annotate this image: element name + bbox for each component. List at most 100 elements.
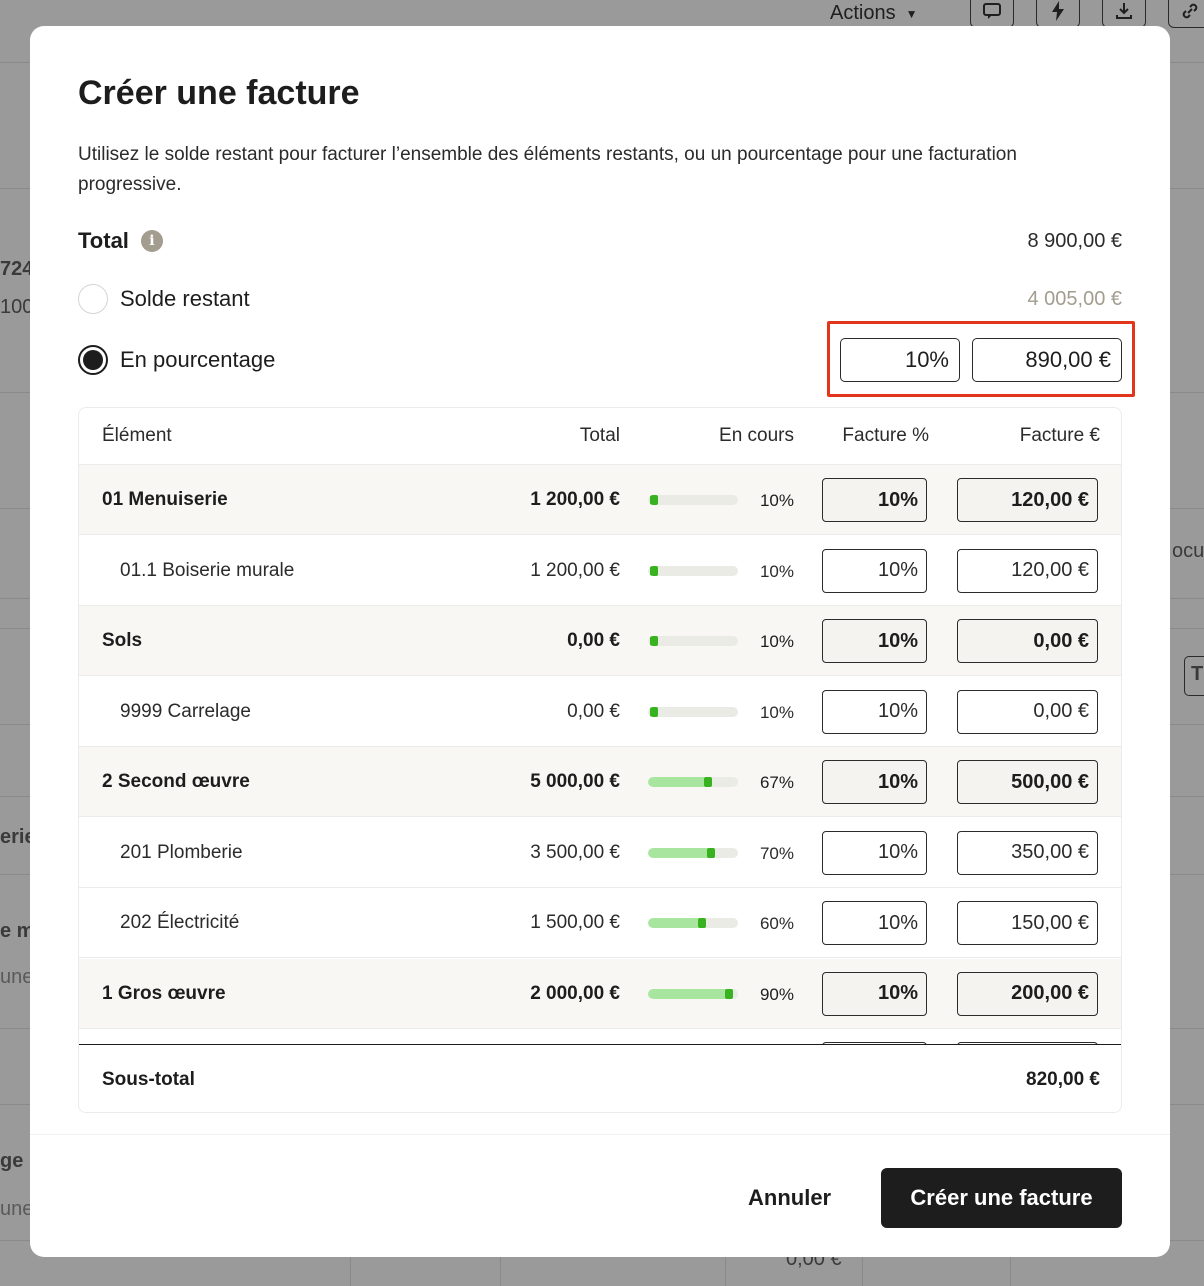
row-invoice-eur-input[interactable]: 0,00 €	[957, 689, 1098, 734]
subtotal-label: Sous-total	[102, 1069, 195, 1090]
progress-bar	[648, 918, 738, 928]
bg-fragment: une	[0, 1198, 34, 1220]
header-invoice-pct: Facture %	[842, 425, 929, 446]
comment-icon	[970, 0, 1014, 28]
row-invoice-pct-input[interactable]: 10%	[822, 760, 927, 804]
chevron-down-icon: ▼	[905, 6, 918, 21]
progress-bar	[648, 565, 738, 576]
row-name: 01.1 Boiserie murale	[120, 559, 295, 581]
remaining-value: 4 005,00 €	[1027, 287, 1122, 310]
bg-fragment: 724	[0, 258, 34, 280]
bg-fragment: T	[1184, 656, 1204, 696]
row-total: 5 000,00 €	[530, 771, 620, 792]
progress-marker	[650, 495, 658, 505]
create-invoice-modal: Créer une facture Utilisez le solde rest…	[30, 26, 1170, 1257]
row-invoice-eur-input[interactable]: 500,00 €	[957, 760, 1098, 804]
table-row	[79, 1029, 1121, 1044]
row-progress-label: 67%	[759, 773, 794, 792]
info-icon[interactable]: i	[140, 230, 163, 252]
row-invoice-pct-input[interactable]: 10%	[822, 901, 927, 945]
row-name: 202 Électricité	[120, 912, 240, 933]
modal-description: Utilisez le solde restant pour facturer …	[78, 144, 1017, 195]
progress-fill	[648, 847, 711, 858]
bg-fragment: ge	[0, 1150, 24, 1172]
subtotal-value: 820,00 €	[1026, 1069, 1100, 1090]
table-row: 1 Gros œuvre 2 000,00 € 90% 10% 200,00 €	[79, 958, 1121, 1029]
row-invoice-pct-input[interactable]: 10%	[822, 548, 927, 593]
header-in-progress: En cours	[719, 425, 794, 446]
row-invoice-eur-input[interactable]: 120,00 €	[957, 548, 1098, 593]
actions-label: Actions	[830, 2, 896, 24]
progress-marker	[650, 636, 658, 646]
progress-fill	[648, 918, 702, 928]
total-row: Total i 8 900,00 €	[78, 228, 1122, 254]
bg-fragment: une	[0, 966, 34, 988]
row-total: 1 200,00 €	[530, 559, 620, 581]
row-invoice-eur-input[interactable]: 120,00 €	[957, 478, 1098, 522]
row-invoice-pct-input[interactable]: 10%	[822, 478, 927, 522]
row-invoice-eur-input[interactable]: 150,00 €	[957, 901, 1098, 945]
header-total: Total	[579, 425, 620, 446]
table-row: 01.1 Boiserie murale 1 200,00 € 10% 10% 120,…	[79, 536, 1121, 606]
progress-bar	[648, 706, 738, 717]
cancel-button[interactable]: Annuler	[728, 1168, 851, 1228]
row-total: 0,00 €	[567, 630, 620, 651]
table-row: 9999 Carrelage 0,00 € 10% 10% 0,00 €	[79, 677, 1121, 747]
option-remaining-row[interactable]: Solde restant 4 005,00 €	[78, 284, 1122, 314]
progress-marker	[707, 847, 715, 858]
row-invoice-pct-input[interactable]: 10%	[822, 830, 927, 875]
row-progress-label: 10%	[759, 632, 794, 651]
row-progress-label: 10%	[759, 491, 794, 510]
table-row: Sols 0,00 € 10% 10% 0,00 €	[79, 606, 1121, 676]
progress-marker	[698, 918, 706, 928]
bg-fragment: ocun	[1172, 540, 1204, 562]
progress-bar	[648, 847, 738, 858]
progress-bar	[648, 988, 738, 999]
modal-title: Créer une facture	[78, 74, 360, 112]
row-progress-label: 10%	[759, 561, 794, 581]
progress-fill	[648, 988, 729, 999]
option-percentage-row[interactable]: En pourcentage	[78, 345, 578, 375]
percentage-input[interactable]: 10%	[840, 338, 960, 382]
table-row: 202 Électricité 1 500,00 € 60% 10% 150,00 €	[79, 888, 1121, 958]
row-invoice-pct-input[interactable]: 10%	[822, 619, 927, 663]
table-body[interactable]: 01 Menuiserie 1 200,00 €10% 10% 120,00 €01.…	[79, 465, 1121, 1044]
remaining-label: Solde restant	[120, 286, 250, 311]
table-row: 201 Plomberie 3 500,00 € 70% 10% 350,00 €	[79, 818, 1121, 888]
row-progress-label: 10%	[759, 702, 794, 722]
progress-marker	[650, 706, 658, 717]
bg-fragment: 100	[0, 296, 34, 318]
row-progress-label: 60%	[759, 914, 794, 933]
progress-marker	[650, 565, 658, 576]
total-label: Total	[78, 228, 129, 253]
progress-fill	[648, 777, 709, 787]
table-header: Élément Total En cours Facture % Facture…	[79, 408, 1121, 465]
percentage-radio[interactable]	[78, 345, 108, 375]
row-name: 2 Second œuvre	[102, 771, 250, 792]
row-invoice-eur-input[interactable]: 350,00 €	[957, 830, 1098, 875]
total-value: 8 900,00 €	[1027, 229, 1122, 252]
row-progress-label: 90%	[759, 984, 794, 1004]
link-icon	[1168, 0, 1204, 28]
amount-input[interactable]: 890,00 €	[972, 338, 1122, 382]
table-subtotal-row: Sous-total 820,00 €	[79, 1044, 1121, 1112]
remaining-radio[interactable]	[78, 284, 108, 314]
header-invoice-eur: Facture €	[1019, 425, 1100, 446]
row-total: 3 500,00 €	[530, 841, 620, 863]
row-invoice-eur-input[interactable]: 200,00 €	[957, 971, 1098, 1016]
row-name: 9999 Carrelage	[120, 700, 251, 722]
row-name: 201 Plomberie	[120, 841, 243, 863]
invoice-items-table: Élément Total En cours Facture % Facture…	[78, 407, 1122, 1113]
row-total: 1 500,00 €	[530, 912, 620, 933]
progress-marker	[704, 777, 713, 787]
row-total: 1 200,00 €	[530, 489, 620, 510]
row-invoice-pct-input[interactable]: 10%	[822, 971, 927, 1016]
row-invoice-pct-input[interactable]: 10%	[822, 689, 927, 734]
progress-bar	[648, 777, 738, 787]
row-invoice-eur-input[interactable]: 0,00 €	[957, 619, 1098, 663]
row-name: 01 Menuiserie	[102, 489, 228, 510]
lightning-icon	[1036, 0, 1080, 28]
progress-bar	[648, 495, 738, 505]
create-invoice-button[interactable]: Créer une facture	[881, 1168, 1122, 1228]
percentage-label: En pourcentage	[120, 347, 276, 372]
